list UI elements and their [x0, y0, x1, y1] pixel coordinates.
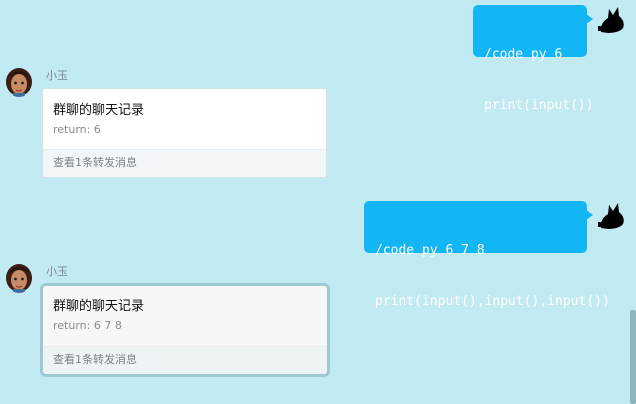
- black-cat-avatar-icon[interactable]: [598, 200, 626, 230]
- scrollbar-thumb[interactable]: [630, 310, 636, 404]
- message-line: print(input()): [484, 98, 594, 113]
- forwarded-chat-card[interactable]: 群聊的聊天记录 return: 6 7 8 查看1条转发消息: [40, 283, 330, 377]
- card-title: 群聊的聊天记录: [53, 299, 145, 314]
- outgoing-message-bubble[interactable]: /code py 6 print(input()): [473, 5, 594, 113]
- message-line: print(input(),input(),input()): [375, 294, 610, 309]
- black-cat-avatar-icon[interactable]: [598, 4, 626, 34]
- sender-name: 小玉: [46, 69, 68, 82]
- view-forwarded-link[interactable]: 查看1条转发消息: [43, 149, 326, 177]
- outgoing-message-bubble[interactable]: /code py 6 7 8 print(input(),input(),inp…: [364, 201, 610, 309]
- girl-avatar-icon[interactable]: [5, 67, 33, 97]
- card-preview: return: 6: [53, 123, 101, 136]
- card-title: 群聊的聊天记录: [53, 103, 145, 118]
- message-line: /code py 6: [484, 47, 563, 62]
- sender-name: 小玉: [46, 265, 68, 278]
- card-preview: return: 6 7 8: [53, 319, 122, 332]
- forwarded-chat-card[interactable]: 群聊的聊天记录 return: 6 查看1条转发消息: [42, 88, 327, 178]
- girl-avatar-icon[interactable]: [5, 263, 33, 293]
- message-line: /code py 6 7 8: [375, 243, 485, 258]
- view-forwarded-link[interactable]: 查看1条转发消息: [43, 346, 327, 374]
